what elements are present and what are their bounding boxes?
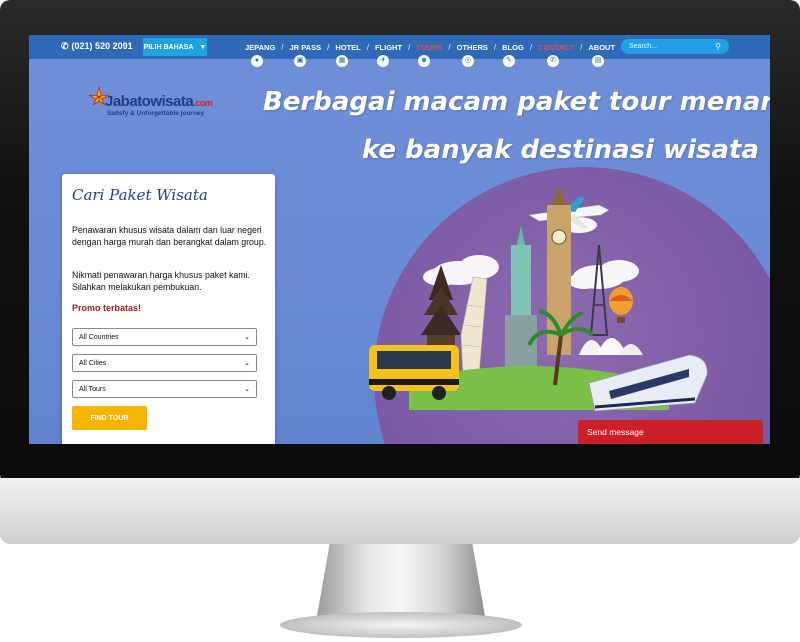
logo-brand: Jabatowisata.com [105, 93, 213, 110]
menu-hotel[interactable]: HOTEL [329, 43, 366, 52]
phone-icon[interactable]: ✆ [547, 55, 559, 67]
sydney-opera-house [579, 338, 643, 355]
train-icon[interactable]: ▣ [294, 55, 306, 67]
menu-flight[interactable]: FLIGHT [369, 43, 408, 52]
search-input[interactable]: Search... ⚲ [621, 39, 729, 54]
find-tour-button[interactable]: FIND TOUR [72, 406, 147, 430]
promo-text: Promo terbatas! [72, 303, 142, 313]
eiffel-tower [589, 244, 609, 336]
hero-headline-line2: ke banyak destinasi wisata [362, 135, 760, 165]
hot-air-balloon [609, 287, 633, 323]
menu-jr-pass[interactable]: JR PASS [284, 43, 328, 52]
briefcase-icon[interactable]: ▤ [592, 55, 604, 67]
phone-number[interactable]: ✆ (021) 520 2091 [61, 41, 133, 52]
card-description: Penawaran khusus wisata dalam dan luar n… [72, 225, 267, 247]
building-icon[interactable]: ▦ [336, 55, 348, 67]
hero-headline-line1: Berbagai macam paket tour menarik [263, 87, 770, 117]
tour-select[interactable]: All Tours ⌄ [72, 380, 257, 398]
send-message-button[interactable]: Send message [578, 420, 763, 444]
menu-icon-row: ● ▣ ▦ ✈ ☻ ◎ ✎ ✆ ▤ [29, 55, 770, 71]
monitor-chin [0, 478, 800, 544]
tour-search-card: Cari Paket Wisata Penawaran khusus wisat… [62, 174, 275, 444]
chevron-down-icon: ⌄ [244, 360, 250, 367]
monitor-base [280, 612, 522, 638]
plane-icon[interactable]: ✈ [377, 55, 389, 67]
people-icon[interactable]: ☻ [418, 55, 430, 67]
city-select[interactable]: All Cities ⌄ [72, 354, 257, 372]
logo-tagline: Satisfy & Unforgettable journey [107, 110, 205, 117]
leaning-tower [460, 276, 488, 376]
language-dropdown[interactable]: PILIH BAHASA ▼ [143, 38, 207, 56]
screen: ✆ (021) 520 2091 PILIH BAHASA ▼ JEPANG / … [29, 35, 770, 444]
menu-tours[interactable]: TOURS [410, 43, 448, 52]
card-title: Cari Paket Wisata [72, 186, 208, 204]
menu-blog[interactable]: BLOG [496, 43, 530, 52]
country-select[interactable]: All Countries ⌄ [72, 328, 257, 346]
menu-others[interactable]: OTHERS [451, 43, 494, 52]
chevron-down-icon: ▼ [199, 43, 207, 51]
monitor-stand [316, 544, 486, 622]
menu-about[interactable]: ABOUT [582, 43, 621, 52]
card-note: Nikmati penawaran harga khusus paket kam… [72, 270, 250, 292]
menu-contact[interactable]: CONTACT [532, 43, 580, 52]
search-placeholder: Search... [629, 43, 658, 50]
site-logo[interactable]: Jabatowisata.com Satisfy & Unforgettable… [87, 79, 217, 127]
travel-illustration [369, 185, 708, 412]
globe-icon[interactable]: ◎ [462, 55, 474, 67]
statue-of-liberty [505, 225, 537, 375]
circle-icon[interactable]: ● [251, 55, 263, 67]
search-icon[interactable]: ⚲ [715, 42, 721, 51]
pen-icon[interactable]: ✎ [503, 55, 515, 67]
menu-jepang[interactable]: JEPANG [239, 43, 281, 52]
chevron-down-icon: ⌄ [244, 334, 250, 341]
phone-icon: ✆ [61, 41, 69, 51]
chevron-down-icon: ⌄ [244, 386, 250, 393]
train-image [588, 354, 708, 412]
language-label: PILIH BAHASA [143, 43, 194, 51]
